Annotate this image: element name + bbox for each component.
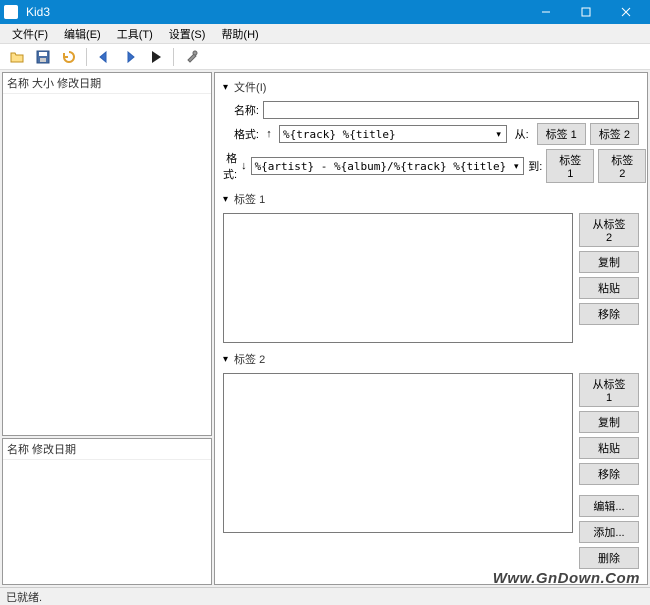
title-bar: Kid3: [0, 0, 650, 24]
format1-value: %{track} %{title}: [280, 128, 492, 141]
tag2-copy-button[interactable]: 复制: [579, 411, 639, 433]
menu-help[interactable]: 帮助(H): [213, 24, 266, 44]
close-button[interactable]: [606, 0, 646, 24]
tag2-header: 标签 2: [234, 351, 265, 367]
tag1-remove-button[interactable]: 移除: [579, 303, 639, 325]
name-label: 名称:: [223, 102, 259, 118]
status-bar: 已就绪.: [0, 587, 650, 605]
to-label: 到:: [528, 158, 542, 174]
dir-panel: 名称 修改日期: [2, 438, 212, 585]
forward-icon[interactable]: [119, 46, 141, 68]
revert-icon[interactable]: [58, 46, 80, 68]
toolbar-separator: [173, 48, 174, 66]
tag2-add-button[interactable]: 添加...: [579, 521, 639, 543]
tag1-from-button[interactable]: 从标签 2: [579, 213, 639, 247]
from-tag1-button[interactable]: 标签 1: [537, 123, 586, 145]
tag2-edit-button[interactable]: 编辑...: [579, 495, 639, 517]
open-icon[interactable]: [6, 46, 28, 68]
format1-label: 格式:: [223, 126, 259, 142]
left-pane: 名称 大小 修改日期 名称 修改日期: [2, 72, 212, 585]
collapse-icon[interactable]: ▾: [223, 82, 230, 93]
from-tag2-button[interactable]: 标签 2: [590, 123, 639, 145]
chevron-down-icon[interactable]: ▾: [492, 129, 506, 140]
file-list-panel: 名称 大小 修改日期: [2, 72, 212, 436]
dir-list-header: 名称 修改日期: [3, 439, 211, 460]
arrow-up-icon: ↑: [263, 128, 275, 140]
content-area: 名称 大小 修改日期 名称 修改日期 ▾ 文件(I) 名称: 格式: ↑ %{t…: [0, 70, 650, 587]
window-title: Kid3: [22, 5, 526, 19]
status-text: 已就绪.: [6, 592, 42, 604]
menu-settings[interactable]: 设置(S): [161, 24, 214, 44]
tag2-delete-button[interactable]: 删除: [579, 547, 639, 569]
right-pane: ▾ 文件(I) 名称: 格式: ↑ %{track} %{title} ▾ 从:…: [214, 72, 648, 585]
settings-icon[interactable]: [180, 46, 202, 68]
toolbar-separator: [86, 48, 87, 66]
from-label: 从:: [511, 126, 533, 142]
save-icon[interactable]: [32, 46, 54, 68]
file-list-body[interactable]: [3, 94, 211, 435]
format2-value: %{artist} - %{album}/%{track} %{title}: [252, 160, 510, 173]
menu-tools[interactable]: 工具(T): [109, 24, 161, 44]
minimize-button[interactable]: [526, 0, 566, 24]
app-icon: [4, 5, 18, 19]
chevron-down-icon[interactable]: ▾: [509, 161, 523, 172]
play-icon[interactable]: [145, 46, 167, 68]
file-section-label: 文件(I): [234, 79, 266, 95]
tag1-area[interactable]: [223, 213, 573, 343]
collapse-icon[interactable]: ▾: [223, 194, 230, 205]
tag2-remove-button[interactable]: 移除: [579, 463, 639, 485]
toolbar: [0, 44, 650, 70]
tag2-paste-button[interactable]: 粘贴: [579, 437, 639, 459]
collapse-icon[interactable]: ▾: [223, 354, 230, 365]
to-tag2-button[interactable]: 标签 2: [598, 149, 646, 183]
tag2-from-button[interactable]: 从标签 1: [579, 373, 639, 407]
format2-label: 格式:: [223, 150, 237, 182]
name-input[interactable]: [263, 101, 639, 119]
tag2-area[interactable]: [223, 373, 573, 533]
format2-combo[interactable]: %{artist} - %{album}/%{track} %{title} ▾: [251, 157, 525, 175]
back-icon[interactable]: [93, 46, 115, 68]
file-list-header: 名称 大小 修改日期: [3, 73, 211, 94]
tag1-header: 标签 1: [234, 191, 265, 207]
format1-combo[interactable]: %{track} %{title} ▾: [279, 125, 507, 143]
tag1-paste-button[interactable]: 粘贴: [579, 277, 639, 299]
tag1-copy-button[interactable]: 复制: [579, 251, 639, 273]
to-tag1-button[interactable]: 标签 1: [546, 149, 594, 183]
arrow-down-icon: ↓: [241, 160, 247, 172]
menu-bar: 文件(F) 编辑(E) 工具(T) 设置(S) 帮助(H): [0, 24, 650, 44]
menu-file[interactable]: 文件(F): [4, 24, 56, 44]
menu-edit[interactable]: 编辑(E): [56, 24, 109, 44]
album-art-drop[interactable]: 拖放 专辑图片 到此处: [579, 581, 639, 585]
maximize-button[interactable]: [566, 0, 606, 24]
